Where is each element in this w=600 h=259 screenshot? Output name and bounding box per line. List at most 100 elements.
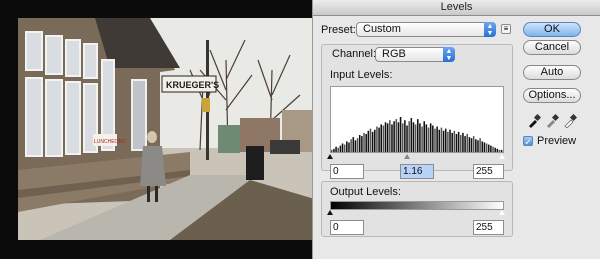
select-arrows-icon: ▲ ▼ — [443, 47, 455, 62]
output-levels-label: Output Levels: — [330, 186, 401, 198]
output-white-slider[interactable] — [499, 210, 505, 215]
histogram-bar — [475, 139, 477, 152]
histogram-bar — [477, 140, 479, 152]
output-gradient — [330, 201, 504, 210]
histogram-bar — [346, 141, 348, 152]
histogram-bar — [427, 127, 430, 152]
histogram-bar — [429, 123, 432, 152]
black-eyedropper-icon[interactable] — [527, 114, 541, 128]
histogram-bar — [444, 128, 447, 152]
histogram-bar — [421, 126, 423, 152]
histogram-bar — [404, 120, 406, 152]
histogram-bar — [494, 147, 496, 152]
histogram-bar — [333, 148, 335, 152]
preset-options-icon[interactable]: ≡ — [501, 24, 511, 34]
histogram-bar — [348, 142, 350, 152]
photo-canvas: KRUEGER'S LUNCHEONS — [0, 0, 318, 259]
preset-label: Preset: — [321, 24, 356, 36]
histogram-bar — [374, 129, 376, 152]
histogram-bar — [406, 125, 408, 152]
select-arrows-icon: ▲ ▼ — [484, 22, 496, 37]
histogram-bar — [384, 122, 387, 152]
histogram-bar — [371, 131, 374, 152]
histogram-bar — [447, 131, 449, 152]
histogram-bar — [496, 148, 499, 152]
histogram-bar — [337, 147, 339, 152]
histogram-bar — [453, 130, 456, 152]
input-white-slider[interactable] — [499, 154, 505, 159]
input-levels-label: Input Levels: — [330, 69, 393, 81]
histogram-bar — [354, 140, 357, 152]
channel-label: Channel: — [332, 48, 377, 60]
histogram — [330, 86, 504, 153]
cancel-button[interactable]: Cancel — [523, 40, 581, 55]
histogram-bar — [490, 145, 492, 152]
histogram-bar — [335, 146, 337, 152]
histogram-bar — [365, 133, 367, 152]
preview-label: Preview — [537, 135, 577, 147]
histogram-bar — [401, 123, 404, 152]
histogram-bar — [414, 124, 417, 152]
output-black-slider[interactable] — [327, 210, 333, 215]
input-black-slider[interactable] — [327, 154, 333, 159]
output-black-field[interactable]: 0 — [330, 220, 364, 235]
histogram-bar — [487, 144, 490, 152]
histogram-bar — [460, 135, 462, 152]
histogram-bar — [410, 118, 413, 152]
histogram-bar — [481, 141, 484, 152]
histogram-bar — [436, 126, 438, 152]
histogram-bar — [339, 145, 342, 152]
histogram-bar — [434, 128, 436, 152]
histogram-bar — [343, 144, 346, 152]
preview-checkbox[interactable]: ✓ — [523, 136, 533, 147]
store-sign-text: KRUEGER'S — [166, 80, 219, 90]
histogram-bar — [397, 122, 400, 152]
histogram-bar — [423, 121, 425, 152]
input-black-field[interactable]: 0 — [330, 164, 364, 179]
histogram-bar — [391, 124, 393, 152]
histogram-bar — [440, 127, 443, 152]
dialog-title: Levels — [313, 0, 600, 16]
histogram-bar — [466, 133, 468, 152]
input-white-field[interactable]: 255 — [473, 164, 504, 179]
preset-select[interactable]: Custom ▲ ▼ — [356, 22, 496, 37]
preset-value: Custom — [363, 23, 401, 35]
input-gamma-slider[interactable] — [404, 154, 410, 159]
histogram-bar — [462, 132, 464, 152]
histogram-bar — [500, 149, 503, 152]
histogram-bar — [378, 127, 380, 152]
histogram-bar — [457, 131, 460, 152]
channel-select[interactable]: RGB ▲ ▼ — [375, 47, 455, 62]
white-eyedropper-icon[interactable] — [563, 114, 577, 128]
histogram-bar — [419, 123, 421, 152]
histogram-bar — [363, 132, 365, 152]
ok-button[interactable]: OK — [523, 22, 581, 37]
histogram-bar — [417, 119, 419, 152]
histogram-bar — [367, 130, 370, 152]
histogram-bar — [492, 146, 494, 152]
histogram-bar — [483, 142, 486, 152]
histogram-bar — [331, 149, 333, 152]
histogram-bar — [485, 143, 488, 152]
channel-value: RGB — [382, 48, 406, 60]
histogram-bar — [408, 121, 410, 152]
histogram-bar — [341, 143, 344, 152]
histogram-bar — [376, 126, 378, 152]
histogram-bar — [479, 138, 481, 152]
histogram-bar — [361, 136, 363, 152]
histogram-bar — [472, 136, 475, 152]
output-white-field[interactable]: 255 — [473, 220, 504, 235]
options-button[interactable]: Options... — [523, 88, 581, 103]
auto-button[interactable]: Auto — [523, 65, 581, 80]
input-gamma-field[interactable]: 1.16 — [400, 164, 434, 179]
histogram-bar — [389, 120, 391, 152]
gray-eyedropper-icon[interactable] — [545, 114, 559, 128]
histogram-bar — [438, 129, 441, 152]
histogram-plot — [331, 117, 503, 152]
histogram-bar — [380, 124, 382, 152]
histogram-bar — [498, 149, 501, 152]
histogram-bar — [470, 138, 473, 152]
histogram-bar — [352, 137, 355, 152]
histogram-bar — [395, 119, 398, 152]
histogram-bar — [449, 129, 451, 152]
